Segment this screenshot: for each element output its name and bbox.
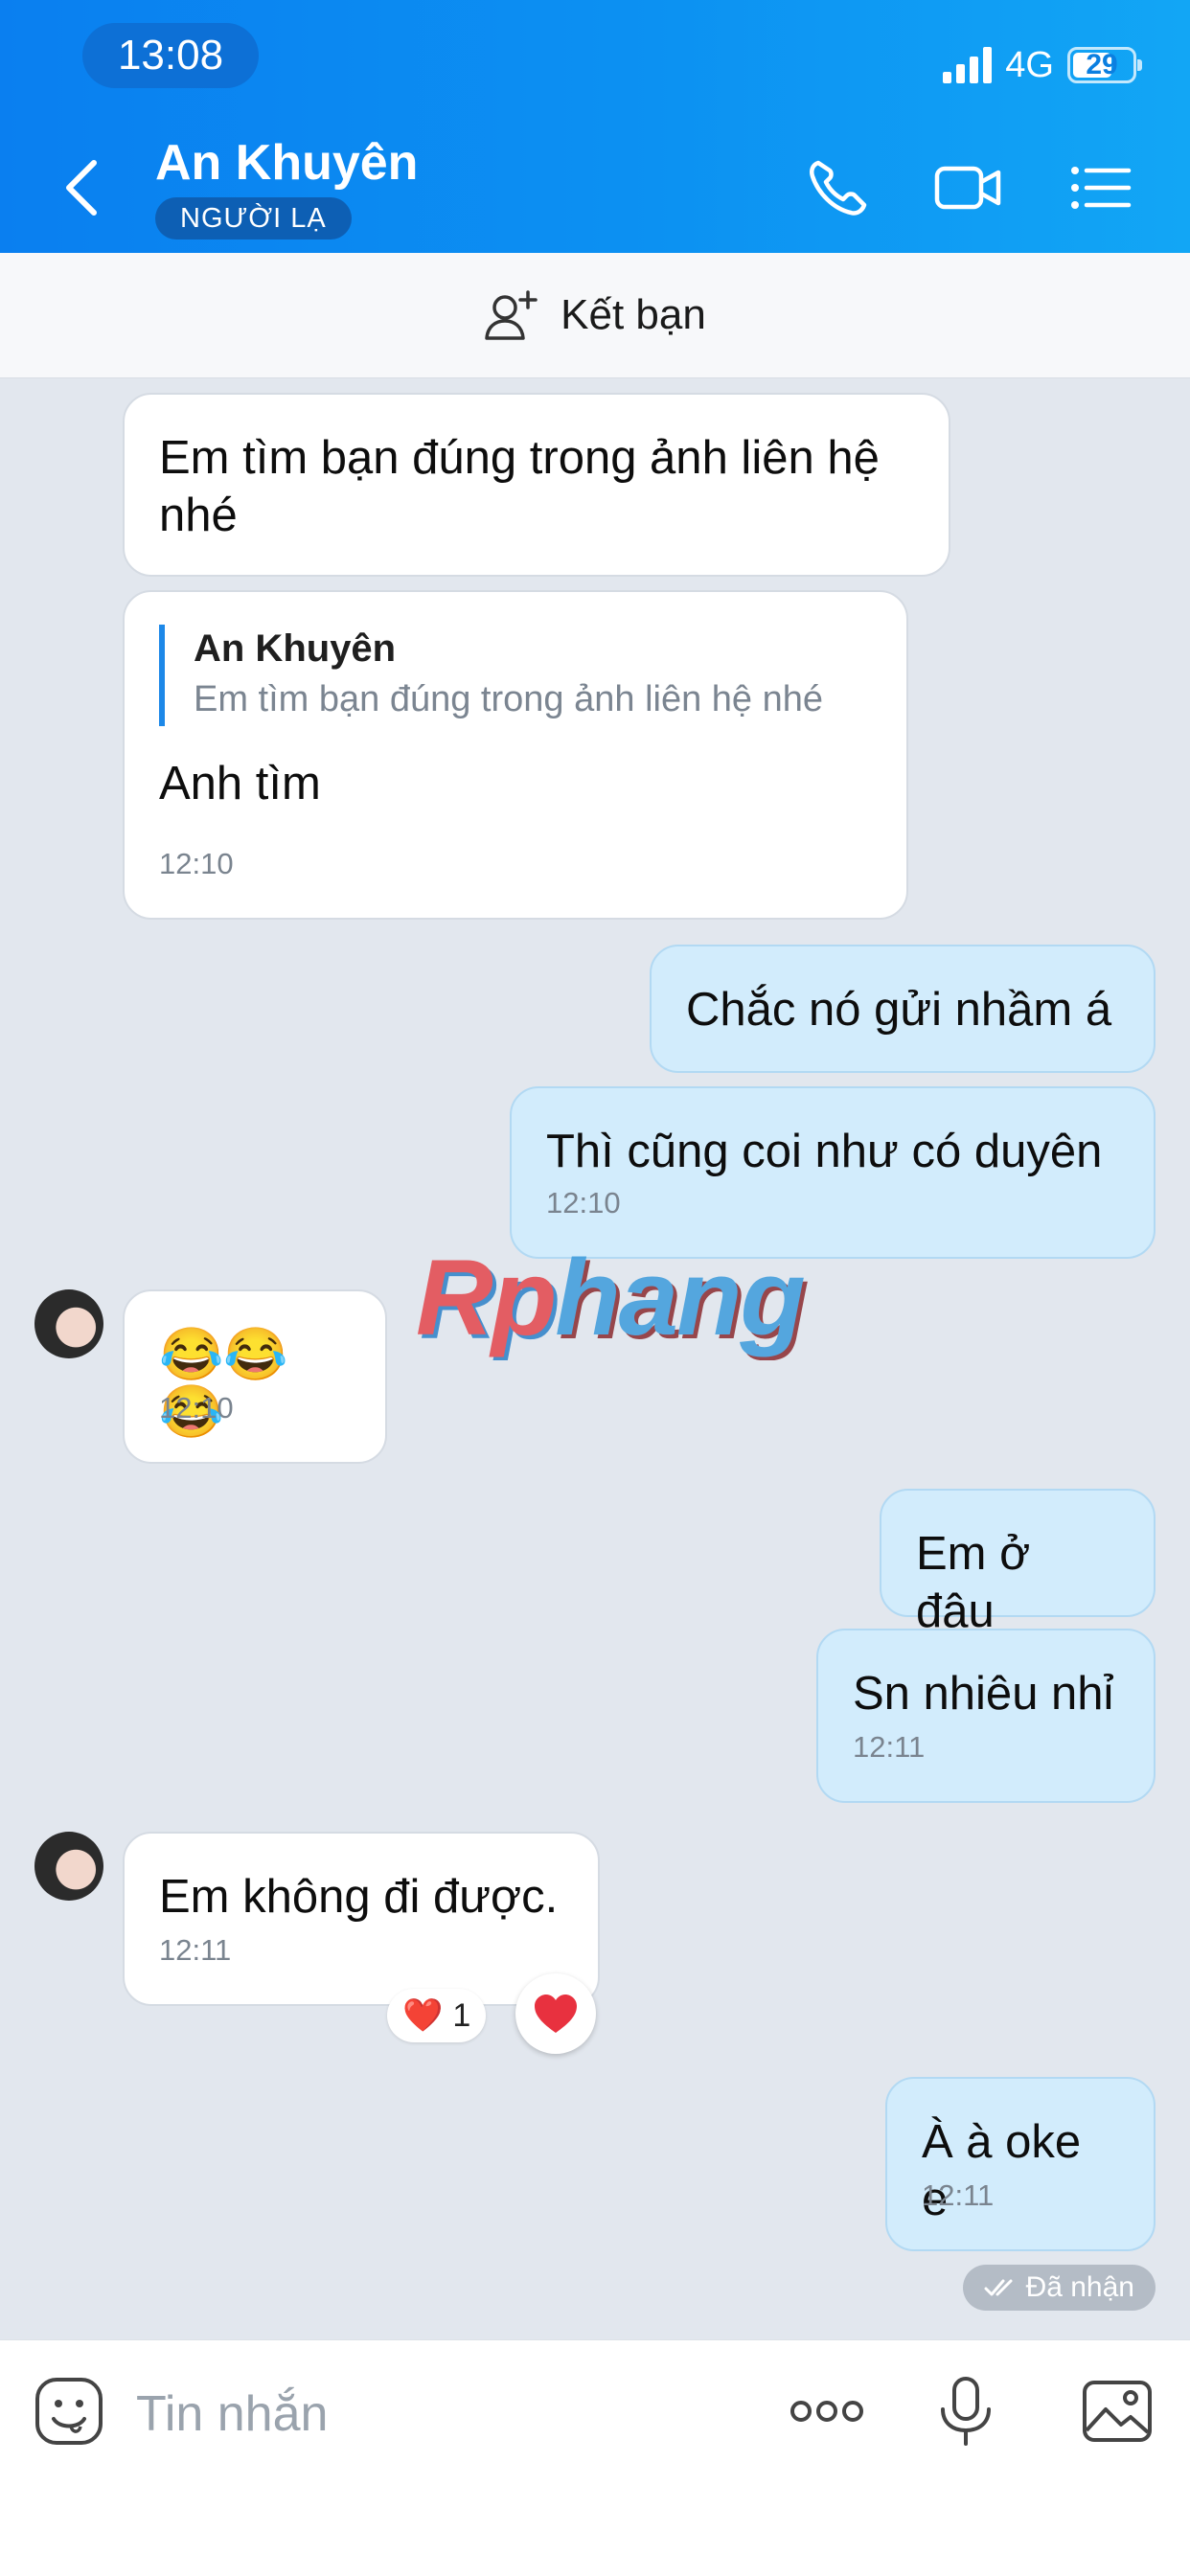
- message-text: Em không đi được.: [159, 1871, 559, 1923]
- react-heart-button[interactable]: [515, 1973, 596, 2054]
- message-time: 12:10: [546, 1186, 621, 1220]
- message-time: 12:10: [159, 1391, 234, 1425]
- sticker-icon[interactable]: [33, 2375, 105, 2448]
- back-chevron-icon[interactable]: [59, 157, 105, 218]
- message-text: Anh tìm: [159, 758, 321, 809]
- quoted-sender: An Khuyên: [194, 627, 397, 670]
- video-call-icon[interactable]: [933, 157, 1002, 218]
- status-time: 13:08: [82, 23, 259, 88]
- message-bubble-outgoing[interactable]: Thì cũng coi như có duyên 12:10: [510, 1086, 1156, 1259]
- contact-name[interactable]: An Khuyên: [155, 134, 418, 192]
- message-time: 12:11: [853, 1730, 926, 1764]
- battery-icon: 29: [1067, 47, 1142, 83]
- avatar[interactable]: [34, 1832, 103, 1901]
- message-text: Thì cũng coi như có duyên: [546, 1126, 1103, 1177]
- delivery-status-text: Đã nhận: [1025, 2271, 1134, 2303]
- message-text: Sn nhiêu nhỉ: [853, 1668, 1114, 1720]
- battery-level: 29: [1086, 49, 1118, 80]
- message-bubble-reply[interactable]: An Khuyên Em tìm bạn đúng trong ảnh liên…: [123, 590, 908, 920]
- message-bubble-outgoing[interactable]: Sn nhiêu nhỉ 12:11: [816, 1629, 1156, 1803]
- message-bubble-outgoing[interactable]: À à oke e 12:11: [885, 2077, 1156, 2251]
- phone-icon[interactable]: [805, 157, 874, 218]
- status-indicators: 4G 29: [943, 38, 1142, 92]
- message-text: Chắc nó gửi nhầm á: [686, 984, 1112, 1036]
- reaction-summary[interactable]: ❤️ 1: [387, 1989, 487, 2042]
- heart-icon: ❤️: [402, 1997, 444, 2034]
- message-input[interactable]: [134, 2379, 751, 2450]
- reaction-count: 1: [452, 1996, 471, 2034]
- add-friend-label: Kết bạn: [561, 291, 706, 338]
- message-bubble-incoming[interactable]: Em tìm bạn đúng trong ảnh liên hệ nhé: [123, 393, 950, 577]
- menu-list-icon[interactable]: [1069, 157, 1133, 218]
- more-options-icon[interactable]: [788, 2375, 866, 2448]
- message-text: Em ở đâu: [916, 1528, 1031, 1637]
- message-time: 12:11: [922, 2178, 995, 2212]
- message-text: Em tìm bạn đúng trong ảnh liên hệ nhé: [159, 432, 880, 541]
- message-input-bar: [0, 2339, 1190, 2576]
- message-bubble-outgoing[interactable]: Chắc nó gửi nhầm á: [650, 945, 1156, 1073]
- message-time: 12:10: [159, 847, 234, 880]
- message-bubble-incoming[interactable]: Em không đi được. 12:11: [123, 1832, 600, 2006]
- image-gallery-icon[interactable]: [1081, 2375, 1154, 2448]
- delivery-status: Đã nhận: [962, 2265, 1156, 2311]
- double-check-icon: [984, 2279, 1013, 2296]
- microphone-icon[interactable]: [929, 2375, 1002, 2448]
- chat-header: 13:08 4G 29 An Khuyên NGƯỜI LẠ: [0, 0, 1190, 253]
- signal-icon: [943, 47, 993, 83]
- message-time: 12:11: [159, 1933, 232, 1967]
- network-type: 4G: [1005, 44, 1054, 85]
- heart-icon: [535, 1995, 577, 2033]
- message-bubble-incoming[interactable]: 😂😂😂 12:10: [123, 1289, 387, 1464]
- add-friend-button[interactable]: Kết bạn: [0, 253, 1190, 378]
- avatar[interactable]: [34, 1289, 103, 1358]
- stranger-badge: NGƯỜI LẠ: [155, 197, 352, 239]
- quoted-message[interactable]: An Khuyên Em tìm bạn đúng trong ảnh liên…: [159, 625, 872, 726]
- watermark-logo: Rphang: [416, 1238, 806, 1357]
- quoted-text: Em tìm bạn đúng trong ảnh liên hệ nhé: [194, 679, 824, 719]
- add-person-icon: [485, 290, 538, 340]
- message-bubble-outgoing[interactable]: Em ở đâu: [880, 1489, 1156, 1637]
